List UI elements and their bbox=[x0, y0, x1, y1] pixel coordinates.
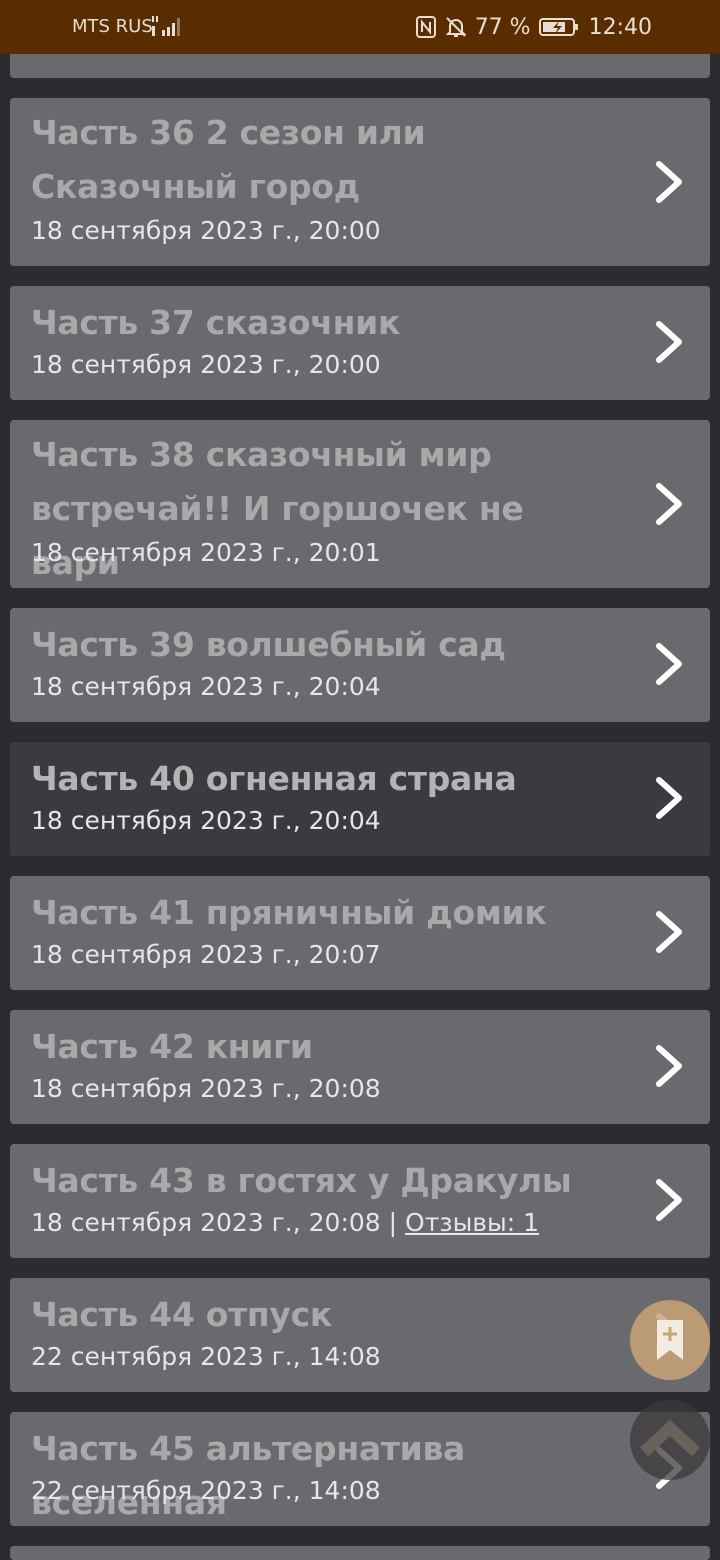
chapter-card[interactable]: Часть 44 отпуск 22 сентября 2023 г., 14:… bbox=[10, 1278, 710, 1392]
bookmark-add-button[interactable] bbox=[630, 1300, 710, 1380]
chevron-right-icon bbox=[656, 1179, 682, 1221]
reviews-link[interactable]: Отзывы: 1 bbox=[405, 1208, 539, 1237]
carrier-name: MTS RUS bbox=[72, 16, 153, 37]
chapter-date: 18 сентября 2023 г., 20:08 bbox=[31, 1208, 381, 1237]
chapter-card[interactable]: Часть 45 альтернатива вселенная 22 сентя… bbox=[10, 1412, 710, 1526]
chevron-right-icon bbox=[656, 161, 682, 203]
chapter-card[interactable]: Часть 43 в гостях у Дракулы 18 сентября … bbox=[10, 1144, 710, 1258]
bookmark-add-icon bbox=[657, 1320, 683, 1360]
chevron-right-icon bbox=[656, 1045, 682, 1087]
chapter-card[interactable]: Часть 41 пряничный домик 18 сентября 202… bbox=[10, 876, 710, 990]
chapter-date: 18 сентября 2023 г., 20:07 bbox=[31, 940, 381, 969]
chapter-title[interactable]: Часть 44 отпуск bbox=[31, 1288, 620, 1342]
signal-icon bbox=[152, 16, 180, 36]
chapter-title[interactable]: Часть 41 пряничный домик bbox=[31, 886, 620, 940]
scroll-to-top-button[interactable] bbox=[630, 1400, 710, 1480]
chapter-card-active[interactable]: Часть 40 огненная страна 18 сентября 202… bbox=[10, 742, 710, 856]
nfc-icon bbox=[415, 16, 436, 38]
chapter-title[interactable]: Часть 43 в гостях у Дракулы bbox=[31, 1154, 620, 1208]
chapter-card[interactable]: Часть 42 книги 18 сентября 2023 г., 20:0… bbox=[10, 1010, 710, 1124]
battery-charging-icon bbox=[538, 18, 578, 36]
clock: 12:40 bbox=[588, 14, 652, 40]
chapter-title[interactable]: Часть 42 книги bbox=[31, 1020, 620, 1074]
chapter-title[interactable]: Часть 40 огненная страна bbox=[31, 752, 620, 806]
chapter-date: 18 сентября 2023 г., 20:08 bbox=[31, 1074, 381, 1103]
chapter-card[interactable]: Часть 37 сказочник 18 сентября 2023 г., … bbox=[10, 286, 710, 400]
chapter-card-partial[interactable] bbox=[10, 1546, 710, 1560]
meta-separator: | bbox=[380, 1208, 406, 1237]
chapter-card[interactable]: Часть 39 волшебный сад 18 сентября 2023 … bbox=[10, 608, 710, 722]
chevron-right-icon bbox=[656, 643, 682, 685]
chapter-card[interactable]: Часть 38 сказочный мир встречай!! И горш… bbox=[10, 420, 710, 588]
chapter-date: 18 сентября 2023 г., 20:01 bbox=[31, 538, 381, 567]
chapter-date: 18 сентября 2023 г., 20:00 bbox=[31, 350, 381, 379]
chapter-title[interactable]: Часть 36 2 сезон или Сказочный город bbox=[31, 106, 620, 214]
chapter-date: 22 сентября 2023 г., 14:08 bbox=[31, 1342, 381, 1371]
chapter-card[interactable]: Часть 36 2 сезон или Сказочный город 18 … bbox=[10, 98, 710, 266]
chevron-right-icon bbox=[656, 911, 682, 953]
chevron-right-icon bbox=[656, 321, 682, 363]
chapter-date: 22 сентября 2023 г., 14:08 bbox=[31, 1476, 381, 1505]
chapter-date: 18 сентября 2023 г., 20:00 bbox=[31, 216, 381, 245]
chapter-date: 18 сентября 2023 г., 20:04 bbox=[31, 806, 381, 835]
chevron-up-icon bbox=[639, 1419, 701, 1457]
bell-muted-icon bbox=[445, 17, 467, 37]
battery-percent: 77 % bbox=[474, 14, 531, 40]
chevron-right-icon bbox=[656, 777, 682, 819]
chapter-title[interactable]: Часть 37 сказочник bbox=[31, 296, 620, 350]
chapter-meta: 18 сентября 2023 г., 20:08 | Отзывы: 1 bbox=[31, 1208, 539, 1238]
status-right-group: 77 % 12:40 bbox=[415, 12, 652, 42]
status-bar: MTS RUS 77 % 12:40 bbox=[0, 0, 720, 54]
chevron-right-icon bbox=[656, 483, 682, 525]
chapter-title[interactable]: Часть 39 волшебный сад bbox=[31, 618, 620, 672]
chapter-date: 18 сентября 2023 г., 20:04 bbox=[31, 672, 381, 701]
